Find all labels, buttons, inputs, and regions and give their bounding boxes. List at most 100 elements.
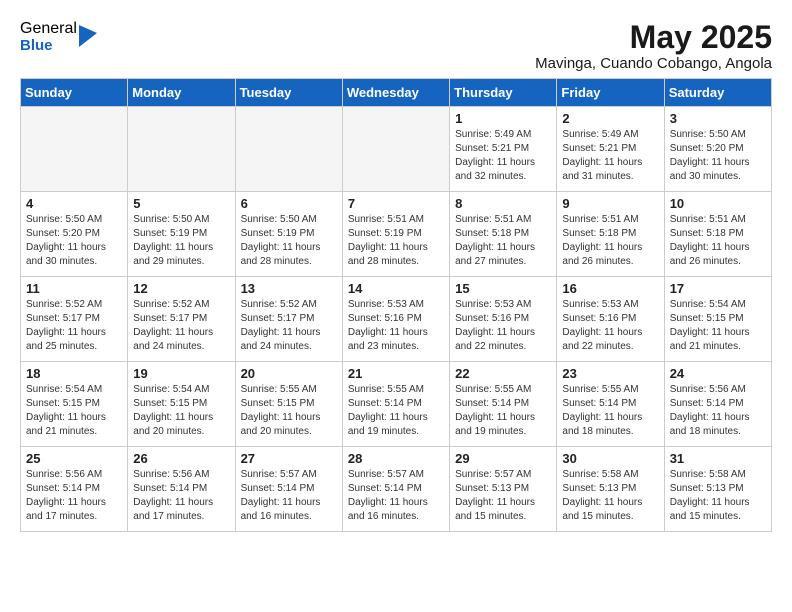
weekday-header-saturday: Saturday <box>664 79 771 107</box>
calendar-cell: 18 Sunrise: 5:54 AM Sunset: 5:15 PM Dayli… <box>21 362 128 447</box>
day-info: Sunrise: 5:57 AM Sunset: 5:14 PM Dayligh… <box>348 468 444 524</box>
page: General Blue May 2025 Mavinga, Cuando Co… <box>0 0 792 542</box>
calendar-cell: 19Sunrise: 5:54 AM Sunset: 5:15 PM Dayli… <box>128 362 235 447</box>
calendar-cell: 17 Sunrise: 5:54 AM Sunset: 5:15 PM Dayli… <box>664 277 771 362</box>
day-info: Sunrise: 5:56 AM Sunset: 5:14 PM Dayligh… <box>26 468 122 524</box>
calendar-cell <box>235 107 342 192</box>
calendar-cell: 7Sunrise: 5:51 AM Sunset: 5:19 PM Daylig… <box>342 192 449 277</box>
calendar-cell: 20Sunrise: 5:55 AM Sunset: 5:15 PM Dayli… <box>235 362 342 447</box>
weekday-header-wednesday: Wednesday <box>342 79 449 107</box>
day-info: Sunrise: 5:51 AM Sunset: 5:19 PM Dayligh… <box>348 213 444 269</box>
day-info: Sunrise: 5:58 AM Sunset: 5:13 PM Dayligh… <box>670 468 766 524</box>
weekday-header-thursday: Thursday <box>450 79 557 107</box>
day-info: Sunrise: 5:52 AM Sunset: 5:17 PM Dayligh… <box>26 298 122 354</box>
day-number: 19 <box>133 366 229 381</box>
calendar-cell: 2 Sunrise: 5:49 AM Sunset: 5:21 PM Daylig… <box>557 107 664 192</box>
calendar-cell: 24 Sunrise: 5:56 AM Sunset: 5:14 PM Dayli… <box>664 362 771 447</box>
weekday-header-friday: Friday <box>557 79 664 107</box>
day-number: 10 <box>670 196 766 211</box>
day-number: 29 <box>455 451 551 466</box>
calendar-cell: 30 Sunrise: 5:58 AM Sunset: 5:13 PM Dayli… <box>557 447 664 532</box>
calendar-cell: 5Sunrise: 5:50 AM Sunset: 5:19 PM Daylig… <box>128 192 235 277</box>
calendar-cell: 16Sunrise: 5:53 AM Sunset: 5:16 PM Dayli… <box>557 277 664 362</box>
day-number: 6 <box>241 196 337 211</box>
logo-blue: Blue <box>20 38 77 55</box>
calendar-cell: 29 Sunrise: 5:57 AM Sunset: 5:13 PM Dayli… <box>450 447 557 532</box>
day-info: Sunrise: 5:55 AM Sunset: 5:15 PM Dayligh… <box>241 383 337 439</box>
month-title: May 2025 <box>535 20 772 55</box>
week-row-2: 4Sunrise: 5:50 AM Sunset: 5:20 PM Daylig… <box>21 192 772 277</box>
week-row-5: 25Sunrise: 5:56 AM Sunset: 5:14 PM Dayli… <box>21 447 772 532</box>
day-number: 3 <box>670 111 766 126</box>
day-info: Sunrise: 5:57 AM Sunset: 5:14 PM Dayligh… <box>241 468 337 524</box>
day-info: Sunrise: 5:55 AM Sunset: 5:14 PM Dayligh… <box>455 383 551 439</box>
day-number: 18 <box>26 366 122 381</box>
day-info: Sunrise: 5:53 AM Sunset: 5:16 PM Dayligh… <box>455 298 551 354</box>
day-info: Sunrise: 5:51 AM Sunset: 5:18 PM Dayligh… <box>562 213 658 269</box>
logo: General Blue <box>20 20 97 54</box>
day-number: 17 <box>670 281 766 296</box>
logo-icon <box>79 25 97 47</box>
day-number: 27 <box>241 451 337 466</box>
day-number: 9 <box>562 196 658 211</box>
day-info: Sunrise: 5:55 AM Sunset: 5:14 PM Dayligh… <box>562 383 658 439</box>
day-number: 16 <box>562 281 658 296</box>
calendar-cell: 3 Sunrise: 5:50 AM Sunset: 5:20 PM Daylig… <box>664 107 771 192</box>
header: General Blue May 2025 Mavinga, Cuando Co… <box>20 20 772 72</box>
day-number: 4 <box>26 196 122 211</box>
day-number: 22 <box>455 366 551 381</box>
day-number: 28 <box>348 451 444 466</box>
calendar-cell: 13Sunrise: 5:52 AM Sunset: 5:17 PM Dayli… <box>235 277 342 362</box>
calendar-cell: 1 Sunrise: 5:49 AM Sunset: 5:21 PM Daylig… <box>450 107 557 192</box>
calendar-cell: 14Sunrise: 5:53 AM Sunset: 5:16 PM Dayli… <box>342 277 449 362</box>
day-number: 5 <box>133 196 229 211</box>
day-number: 12 <box>133 281 229 296</box>
location-title: Mavinga, Cuando Cobango, Angola <box>535 55 772 72</box>
day-info: Sunrise: 5:56 AM Sunset: 5:14 PM Dayligh… <box>133 468 229 524</box>
calendar-cell: 31Sunrise: 5:58 AM Sunset: 5:13 PM Dayli… <box>664 447 771 532</box>
day-info: Sunrise: 5:53 AM Sunset: 5:16 PM Dayligh… <box>348 298 444 354</box>
calendar-cell <box>21 107 128 192</box>
calendar-cell <box>128 107 235 192</box>
day-info: Sunrise: 5:55 AM Sunset: 5:14 PM Dayligh… <box>348 383 444 439</box>
day-number: 8 <box>455 196 551 211</box>
calendar-cell <box>342 107 449 192</box>
day-number: 23 <box>562 366 658 381</box>
day-info: Sunrise: 5:57 AM Sunset: 5:13 PM Dayligh… <box>455 468 551 524</box>
week-row-1: 1 Sunrise: 5:49 AM Sunset: 5:21 PM Daylig… <box>21 107 772 192</box>
weekday-header-sunday: Sunday <box>21 79 128 107</box>
day-number: 2 <box>562 111 658 126</box>
day-info: Sunrise: 5:56 AM Sunset: 5:14 PM Dayligh… <box>670 383 766 439</box>
weekday-header-monday: Monday <box>128 79 235 107</box>
title-block: May 2025 Mavinga, Cuando Cobango, Angola <box>535 20 772 72</box>
week-row-3: 11 Sunrise: 5:52 AM Sunset: 5:17 PM Dayli… <box>21 277 772 362</box>
logo-general: General <box>20 20 77 38</box>
day-info: Sunrise: 5:50 AM Sunset: 5:20 PM Dayligh… <box>670 128 766 184</box>
weekday-header-tuesday: Tuesday <box>235 79 342 107</box>
day-info: Sunrise: 5:54 AM Sunset: 5:15 PM Dayligh… <box>670 298 766 354</box>
day-number: 26 <box>133 451 229 466</box>
week-row-4: 18 Sunrise: 5:54 AM Sunset: 5:15 PM Dayli… <box>21 362 772 447</box>
calendar-cell: 28 Sunrise: 5:57 AM Sunset: 5:14 PM Dayli… <box>342 447 449 532</box>
calendar: SundayMondayTuesdayWednesdayThursdayFrid… <box>20 78 772 532</box>
day-info: Sunrise: 5:49 AM Sunset: 5:21 PM Dayligh… <box>562 128 658 184</box>
calendar-cell: 12Sunrise: 5:52 AM Sunset: 5:17 PM Dayli… <box>128 277 235 362</box>
day-info: Sunrise: 5:54 AM Sunset: 5:15 PM Dayligh… <box>26 383 122 439</box>
weekday-header-row: SundayMondayTuesdayWednesdayThursdayFrid… <box>21 79 772 107</box>
day-info: Sunrise: 5:52 AM Sunset: 5:17 PM Dayligh… <box>241 298 337 354</box>
day-number: 24 <box>670 366 766 381</box>
calendar-cell: 22 Sunrise: 5:55 AM Sunset: 5:14 PM Dayli… <box>450 362 557 447</box>
calendar-cell: 10 Sunrise: 5:51 AM Sunset: 5:18 PM Dayli… <box>664 192 771 277</box>
day-info: Sunrise: 5:58 AM Sunset: 5:13 PM Dayligh… <box>562 468 658 524</box>
calendar-cell: 23 Sunrise: 5:55 AM Sunset: 5:14 PM Dayli… <box>557 362 664 447</box>
day-number: 11 <box>26 281 122 296</box>
day-number: 30 <box>562 451 658 466</box>
calendar-cell: 21Sunrise: 5:55 AM Sunset: 5:14 PM Dayli… <box>342 362 449 447</box>
logo-text: General Blue <box>20 20 77 54</box>
day-number: 1 <box>455 111 551 126</box>
calendar-cell: 25Sunrise: 5:56 AM Sunset: 5:14 PM Dayli… <box>21 447 128 532</box>
day-number: 15 <box>455 281 551 296</box>
day-info: Sunrise: 5:49 AM Sunset: 5:21 PM Dayligh… <box>455 128 551 184</box>
day-info: Sunrise: 5:50 AM Sunset: 5:19 PM Dayligh… <box>241 213 337 269</box>
day-info: Sunrise: 5:51 AM Sunset: 5:18 PM Dayligh… <box>670 213 766 269</box>
